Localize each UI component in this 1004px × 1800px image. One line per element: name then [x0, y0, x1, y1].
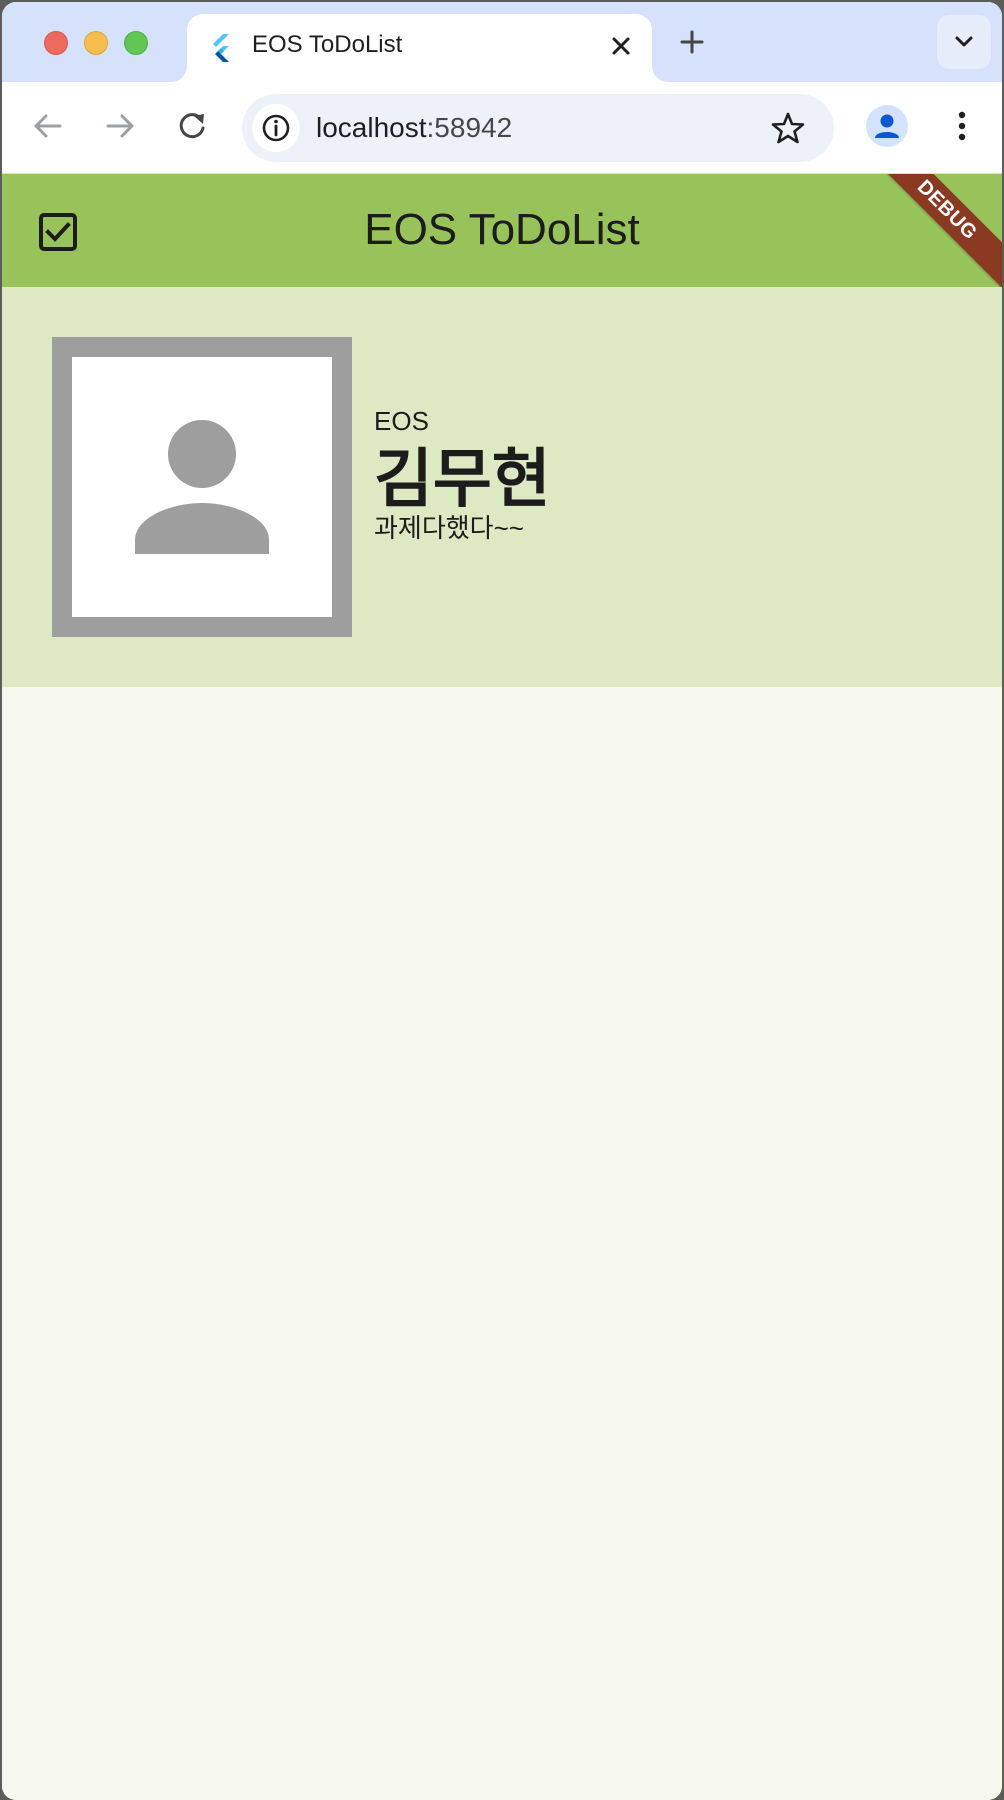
bookmark-star-icon[interactable]: [768, 108, 808, 148]
profile-info: EOS 김무현 과제다했다~~: [374, 405, 551, 545]
app-bar: EOS ToDoList DEBUG: [2, 174, 1002, 289]
kebab-menu-icon[interactable]: [942, 106, 982, 146]
profile-name: 김무현: [374, 443, 551, 515]
tab-search-button[interactable]: [937, 15, 991, 69]
app-bar-title: EOS ToDoList: [364, 205, 640, 254]
forward-arrow-icon[interactable]: [100, 106, 140, 146]
close-tab-icon[interactable]: [605, 30, 637, 62]
profile-status-message: 과제다했다~~: [374, 513, 524, 543]
reload-icon[interactable]: [172, 106, 212, 146]
chevron-down-icon: [955, 36, 973, 47]
tab-strip: EOS ToDoList: [2, 2, 1002, 82]
browser-tab-active[interactable]: EOS ToDoList: [187, 14, 652, 82]
url-port: :58942: [426, 112, 513, 143]
avatar: [52, 337, 352, 637]
profile-avatar-icon: [875, 114, 899, 138]
profile-organization: EOS: [374, 406, 429, 436]
browser-window: EOS ToDoList localhost:58942 EOS ToDoLis…: [2, 2, 1002, 1800]
avatar-image: [72, 357, 332, 617]
profile-card: EOS 김무현 과제다했다~~: [2, 287, 1002, 687]
url-text[interactable]: localhost:58942: [316, 110, 512, 146]
flutter-logo-icon: [213, 34, 229, 62]
url-host: localhost: [316, 112, 427, 143]
address-bar[interactable]: localhost:58942: [242, 94, 834, 162]
new-tab-plus-icon[interactable]: [674, 24, 710, 60]
tab-title: EOS ToDoList: [252, 31, 403, 58]
site-info-button[interactable]: [252, 104, 300, 152]
browser-toolbar: localhost:58942: [2, 82, 1002, 174]
person-icon: [135, 420, 269, 554]
profile-button[interactable]: [866, 105, 908, 147]
maximize-window-button[interactable]: [124, 31, 148, 55]
minimize-window-button[interactable]: [84, 31, 108, 55]
app-viewport: EOS ToDoList DEBUG EOS 김무현 과제다했다~~: [2, 174, 1002, 1800]
info-icon: [262, 114, 290, 142]
back-arrow-icon[interactable]: [28, 106, 68, 146]
close-window-button[interactable]: [44, 31, 68, 55]
